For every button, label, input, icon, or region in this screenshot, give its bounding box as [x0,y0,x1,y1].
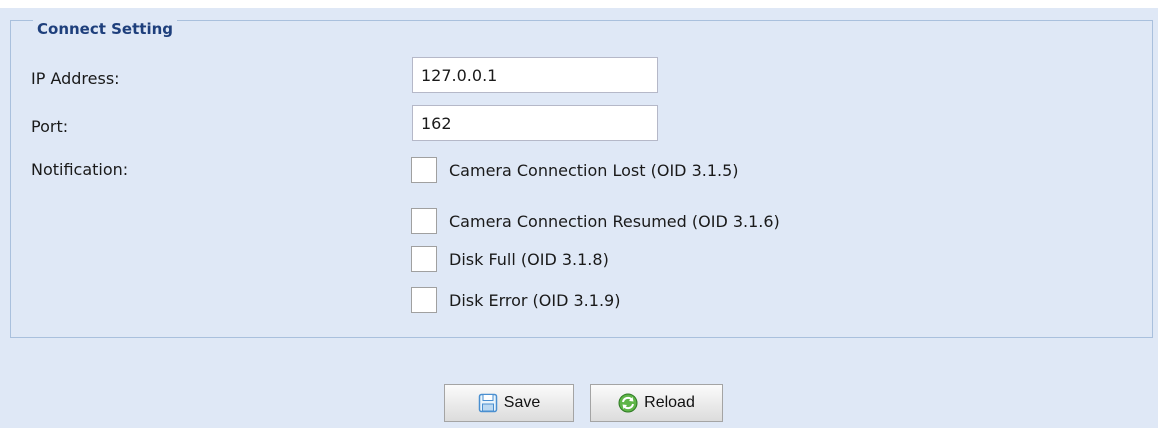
checkbox-label: Camera Connection Lost (OID 3.1.5) [449,160,739,180]
checkbox-label: Camera Connection Resumed (OID 3.1.6) [449,211,780,231]
camera-connection-lost-checkbox[interactable] [411,157,437,183]
notification-option-camera-lost[interactable]: Camera Connection Lost (OID 3.1.5) [411,155,739,185]
disk-error-checkbox[interactable] [411,287,437,313]
save-button[interactable]: Save [444,384,574,422]
settings-panel: Connect Setting IP Address: Port: Notifi… [0,8,1158,428]
port-label: Port: [31,117,69,136]
save-button-label: Save [503,394,541,411]
notification-label: Notification: [31,160,129,179]
save-icon [478,393,498,413]
notification-option-camera-resumed[interactable]: Camera Connection Resumed (OID 3.1.6) [411,206,780,236]
ip-address-label: IP Address: [31,69,120,88]
checkbox-label: Disk Full (OID 3.1.8) [449,249,609,269]
port-input[interactable] [412,105,658,141]
connect-setting-fieldset: Connect Setting IP Address: Port: Notifi… [10,20,1153,338]
reload-icon [618,393,638,413]
camera-connection-resumed-checkbox[interactable] [411,208,437,234]
checkbox-label: Disk Error (OID 3.1.9) [449,290,621,310]
reload-button[interactable]: Reload [590,384,723,422]
ip-address-input[interactable] [412,57,658,93]
notification-option-disk-full[interactable]: Disk Full (OID 3.1.8) [411,244,609,274]
notification-option-disk-error[interactable]: Disk Error (OID 3.1.9) [411,285,620,315]
fieldset-legend: Connect Setting [33,20,178,38]
disk-full-checkbox[interactable] [411,246,437,272]
reload-button-label: Reload [644,394,695,411]
